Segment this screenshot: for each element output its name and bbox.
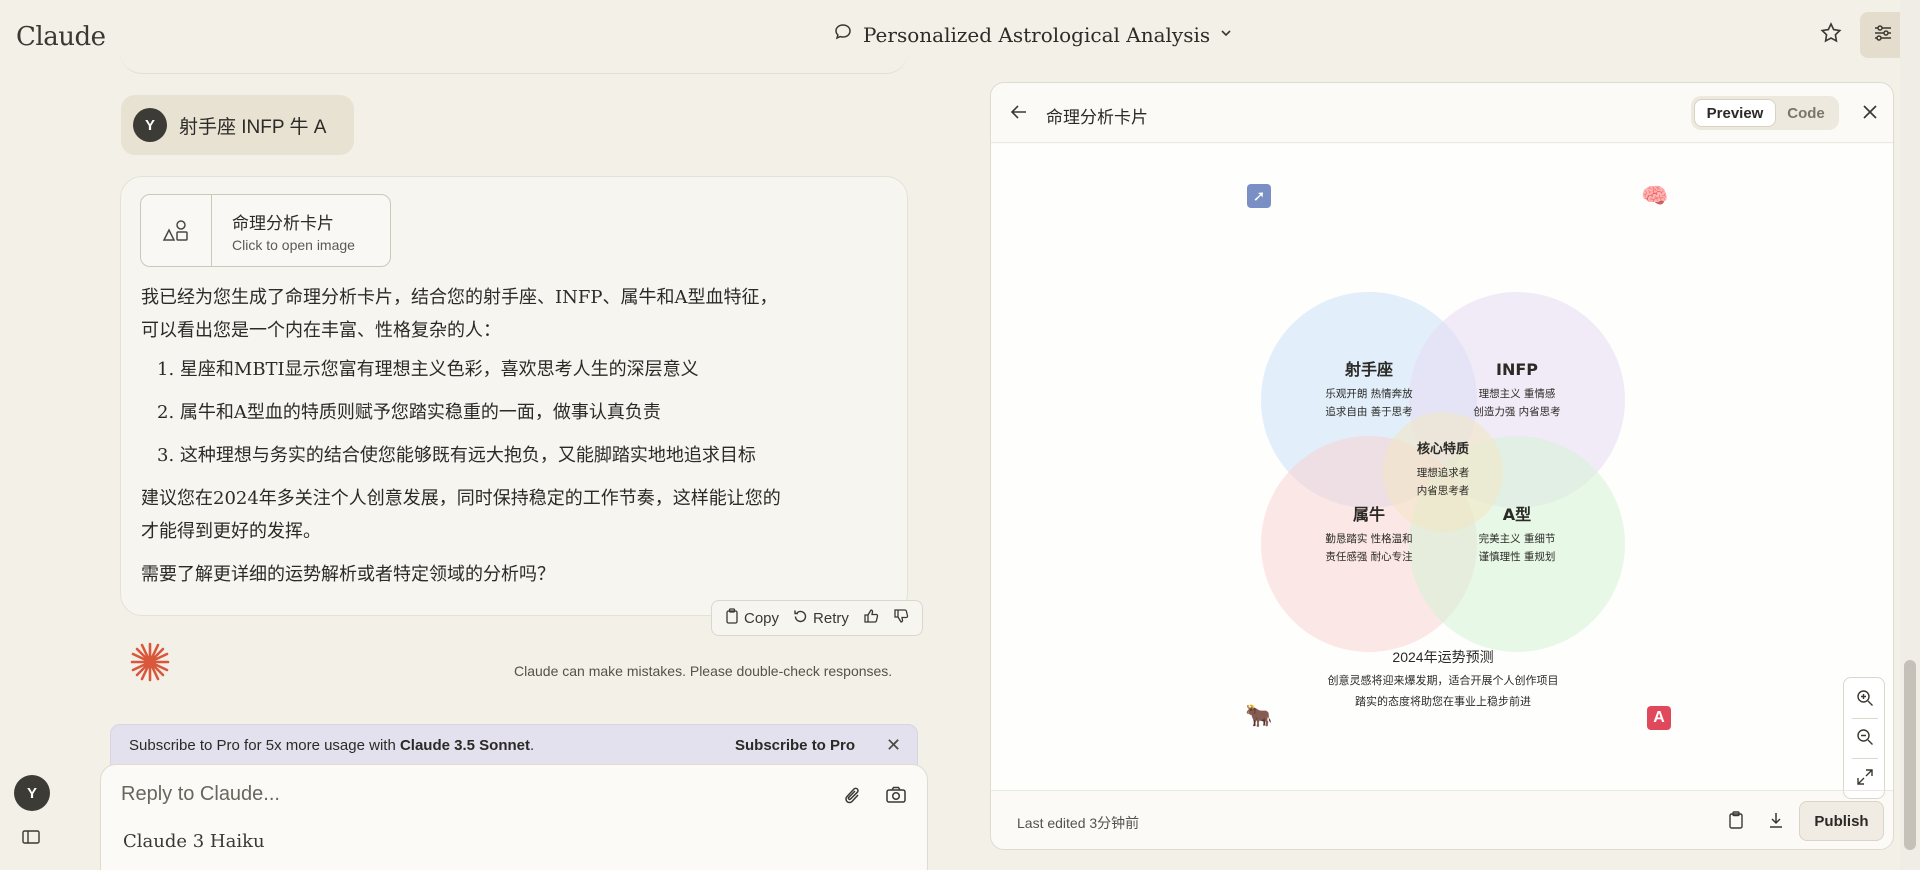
core-title: 核心特质 [1417,441,1469,457]
zoom-in-icon[interactable] [1854,687,1876,709]
advice-line-1: 建议您在2024年多关注个人创意发展，同时保持稳定的工作节奏，这样能让您的 [141,488,781,509]
blood-a-title: A型 [1503,505,1531,524]
reply-composer: Claude 3 Haiku [100,764,928,870]
copy-button[interactable]: Copy [720,604,784,632]
sliders-icon [1872,22,1894,49]
assistant-message-body: 我已经为您生成了命理分析卡片，结合您的射手座、INFP、属牛和A型血特征， 可以… [141,281,881,591]
scrollbar-thumb[interactable] [1904,660,1916,850]
close-icon[interactable]: ✕ [886,735,901,756]
thumbs-down-icon [893,608,909,628]
point-list: 1. 星座和MBTI显示您富有理想主义色彩，喜欢思考人生的深层意义 2. 属牛和… [141,353,881,472]
copy-label: Copy [744,609,780,627]
message-actions: Copy Retry [711,600,923,636]
promo-text: Subscribe to Pro for 5x more usage with … [129,737,534,754]
user-avatar: Y [133,108,167,142]
blood-a-line-2: 谨慎理性 重规划 [1479,550,1556,563]
last-edited: Last edited 3分钟前 [1017,815,1140,831]
artifact-panel-footer: Last edited 3分钟前 Publish [991,790,1893,849]
conversation-title-dropdown[interactable]: Personalized Astrological Analysis [833,22,1232,47]
list-item: 3. 这种理想与务实的结合使您能够既有远大抱负，又能脚踏实地地追求目标 [157,445,756,466]
subscribe-to-pro-link[interactable]: Subscribe to Pro [735,737,855,754]
ox-title: 属牛 [1353,505,1385,524]
sagittarius-line-2: 追求自由 善于思考 [1325,405,1412,418]
promo-text-suffix: . [530,737,535,754]
artifact-panel: 命理分析卡片 Preview Code ➚ 🧠 🐂 A 射手座 乐观开朗 热情奔… [990,82,1894,850]
clipboard-icon [725,608,739,628]
star-icon [1819,21,1843,50]
retry-button[interactable]: Retry [788,604,854,632]
download-icon[interactable] [1767,810,1785,835]
previous-message-edge [120,46,908,74]
chat-bubble-icon [833,22,853,47]
artifact-panel-header: 命理分析卡片 Preview Code [991,83,1893,143]
close-icon[interactable] [1861,103,1879,126]
core-line-2: 内省思考者 [1417,484,1470,497]
artifact-chip-title: 命理分析卡片 [232,214,334,233]
infp-line-2: 创造力强 内省思考 [1473,405,1560,418]
ox-line-1: 勤恳踏实 性格温和 [1325,532,1412,545]
divider [1852,718,1878,719]
back-arrow-icon[interactable] [1009,102,1029,127]
model-selector[interactable]: Claude 3 Haiku [123,831,265,852]
thumbs-up-button[interactable] [858,604,884,632]
paperclip-icon[interactable] [843,785,863,812]
forecast-line-2: 踏实的态度将助您在事业上稳步前进 [1355,696,1531,708]
list-item: 2. 属牛和A型血的特质则赋予您踏实稳重的一面，做事认真负责 [157,402,661,423]
intro-line-1: 我已经为您生成了命理分析卡片，结合您的射手座、INFP、属牛和A型血特征， [141,287,778,308]
divider [1852,758,1878,759]
page-scrollbar[interactable] [1900,0,1920,870]
sagittarius-title: 射手座 [1344,360,1393,379]
view-toggle: Preview Code [1691,96,1839,130]
chevron-down-icon [1220,26,1232,44]
zoom-out-icon[interactable] [1854,726,1876,748]
forecast-line-1: 创意灵感将迎来爆发期，适合开展个人创作项目 [1327,675,1559,687]
promo-text-prefix: Subscribe to Pro for 5x more usage with [129,737,400,754]
conversation-title: Personalized Astrological Analysis [863,22,1211,47]
sagittarius-line-1: 乐观开朗 热情奔放 [1325,387,1413,400]
forecast-section: 2024年运势预测 创意灵感将迎来爆发期，适合开展个人创作项目 踏实的态度将助您… [991,647,1893,709]
disclaimer: Claude can make mistakes. Please double-… [514,663,893,679]
thumbs-down-button[interactable] [888,604,914,632]
retry-icon [793,609,808,628]
intro-line-2: 可以看出您是一个内在丰富、性格复杂的人： [141,320,501,341]
infp-title: INFP [1496,360,1538,379]
shapes-icon [141,195,212,266]
promo-model-name: Claude 3.5 Sonnet [399,737,530,754]
retry-label: Retry [813,609,849,627]
artifact-title: 命理分析卡片 [1046,108,1148,127]
artifact-chip[interactable]: 命理分析卡片 Click to open image [140,194,391,267]
pro-promo-banner: Subscribe to Pro for 5x more usage with … [110,724,918,766]
camera-icon[interactable] [885,785,907,810]
artifact-preview-canvas: ➚ 🧠 🐂 A 射手座 乐观开朗 热情奔放 追求自由 善于思考 INFP 理想主… [991,144,1893,790]
user-message: Y 射手座 INFP 牛 A [121,95,355,155]
list-item: 1. 星座和MBTI显示您富有理想主义色彩，喜欢思考人生的深层意义 [157,359,699,380]
assistant-message: 命理分析卡片 Click to open image 我已经为您生成了命理分析卡… [120,176,908,616]
sidebar-user-avatar[interactable]: Y [14,775,50,811]
advice-line-2: 才能得到更好的发挥。 [141,521,321,542]
sidebar-toggle-icon[interactable] [22,829,40,850]
tab-preview[interactable]: Preview [1694,99,1776,127]
clipboard-icon[interactable] [1727,810,1745,835]
artifact-chip-subtitle: Click to open image [232,237,355,253]
user-message-text: 射手座 INFP 牛 A [179,116,327,138]
infp-line-1: 理想主义 重情感 [1479,387,1556,400]
claude-spark-icon [128,640,172,689]
ox-line-2: 责任感强 耐心专注 [1325,550,1413,563]
zoom-controls [1843,677,1885,799]
fit-screen-icon[interactable] [1854,766,1876,788]
reply-input[interactable] [121,783,721,806]
follow-up-question: 需要了解更详细的运势解析或者特定领域的分析吗？ [141,564,555,585]
core-line-1: 理想追求者 [1417,466,1470,479]
publish-button[interactable]: Publish [1799,801,1884,841]
forecast-title: 2024年运势预测 [1392,649,1494,665]
thumbs-up-icon [863,608,879,628]
tab-code[interactable]: Code [1776,99,1836,127]
blood-a-line-1: 完美主义 重细节 [1479,532,1556,545]
brand-logo[interactable]: Claude [16,22,106,52]
star-button[interactable] [1814,18,1848,52]
